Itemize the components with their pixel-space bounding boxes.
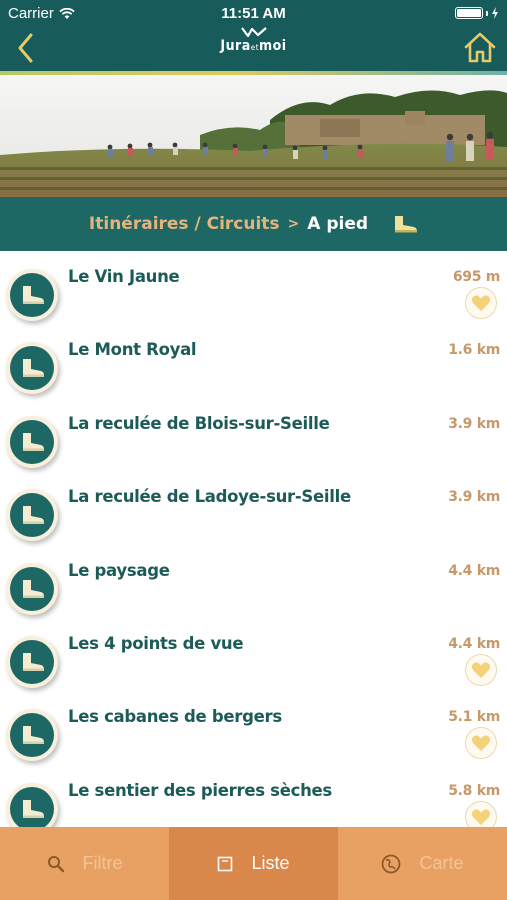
route-distance: 3.9 km — [448, 415, 500, 432]
favorite-heart-icon[interactable] — [465, 727, 497, 760]
route-list-item[interactable]: Le Mont Royal 1.6 km — [0, 324, 507, 397]
search-icon — [47, 855, 64, 872]
bottom-tab-bar: Filtre Liste Carte — [0, 827, 507, 900]
globe-icon — [382, 854, 401, 873]
route-title: Les cabanes de bergers — [68, 707, 282, 727]
boot-icon — [6, 415, 58, 468]
status-bar: Carrier 11:51 AM — [0, 0, 507, 26]
boot-icon — [6, 562, 58, 615]
tab-list[interactable]: Liste — [169, 827, 338, 900]
route-list-item[interactable]: La reculée de Ladoye-sur-Seille 3.9 km — [0, 471, 507, 544]
boot-icon — [6, 709, 58, 762]
route-list-item[interactable]: Les 4 points de vue 4.4 km — [0, 618, 507, 691]
tab-list-label: Liste — [251, 853, 290, 873]
status-time: 11:51 AM — [221, 5, 286, 22]
route-title: Le sentier des pierres sèches — [68, 780, 332, 800]
route-list-item[interactable]: Le sentier des pierres sèches 5.8 km — [0, 765, 507, 827]
route-list-item[interactable]: Le paysage 4.4 km — [0, 545, 507, 618]
header-photo — [0, 75, 507, 197]
app-logo: Juraetmoi — [0, 26, 507, 56]
route-list: Le Vin Jaune 695 m Le Mont Royal 1.6 km La r… — [0, 251, 507, 827]
route-distance: 5.8 km — [448, 782, 500, 799]
route-list-item[interactable]: Les cabanes de bergers 5.1 km — [0, 691, 507, 764]
list-icon — [218, 856, 233, 871]
route-title: La reculée de Ladoye-sur-Seille — [68, 487, 351, 507]
breadcrumb-parent-link[interactable]: Itinéraires / Circuits — [89, 214, 280, 234]
route-distance: 3.9 km — [448, 489, 500, 506]
boot-icon — [6, 269, 58, 321]
route-distance: 1.6 km — [448, 342, 500, 359]
route-distance: 4.4 km — [448, 562, 500, 579]
route-title: Le Vin Jaune — [68, 267, 180, 286]
route-distance: 5.1 km — [448, 709, 500, 726]
route-list-item[interactable]: La reculée de Blois-sur-Seille 3.9 km — [0, 398, 507, 471]
boot-icon — [6, 342, 58, 395]
breadcrumb-current: A pied — [307, 214, 369, 234]
breadcrumb: Itinéraires / Circuits > A pied — [0, 197, 507, 251]
home-button[interactable] — [463, 30, 497, 64]
logo-word-jura: Jura — [220, 38, 251, 54]
route-list-item[interactable]: Le Vin Jaune 695 m — [0, 251, 507, 324]
boot-icon — [6, 636, 58, 688]
logo-word-moi: moi — [259, 38, 287, 54]
top-navigation-bar: Carrier 11:51 AM Juraetmoi — [0, 0, 507, 71]
boot-icon — [6, 782, 58, 827]
breadcrumb-separator: > — [287, 216, 300, 232]
logo-word-et: et — [250, 43, 260, 52]
route-title: Les 4 points de vue — [68, 634, 244, 653]
route-title: Le Mont Royal — [68, 340, 197, 360]
tab-map[interactable]: Carte — [338, 827, 507, 900]
tab-filter[interactable]: Filtre — [0, 827, 169, 900]
logo-mark-icon — [240, 27, 267, 38]
route-title: Le paysage — [68, 560, 170, 580]
route-distance: 695 m — [452, 269, 500, 285]
route-title: La reculée de Blois-sur-Seille — [68, 413, 330, 433]
tab-filter-label: Filtre — [82, 853, 123, 873]
favorite-heart-icon[interactable] — [465, 800, 497, 827]
boot-icon — [6, 489, 58, 542]
favorite-heart-icon[interactable] — [465, 654, 497, 686]
home-icon — [464, 32, 496, 63]
boot-icon — [395, 216, 418, 233]
route-distance: 4.4 km — [448, 636, 500, 652]
battery-icon — [455, 7, 499, 19]
favorite-heart-icon[interactable] — [465, 287, 497, 319]
tab-map-label: Carte — [419, 853, 464, 873]
